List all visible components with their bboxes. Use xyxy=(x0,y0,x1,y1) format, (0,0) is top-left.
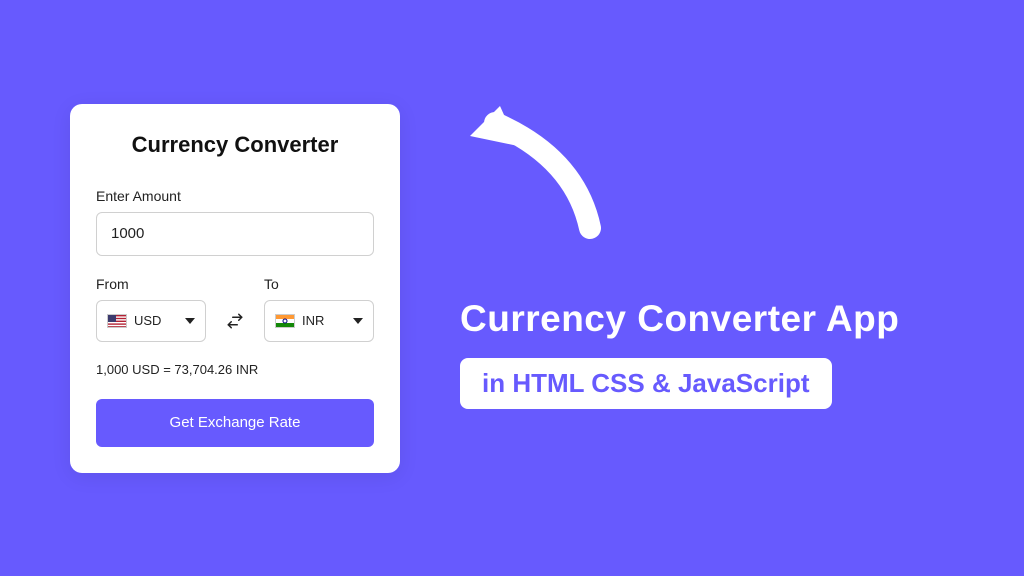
from-currency-code: USD xyxy=(134,313,178,328)
amount-input[interactable] xyxy=(96,212,374,256)
converter-card: Currency Converter Enter Amount From USD… xyxy=(70,104,400,473)
to-label: To xyxy=(264,276,374,292)
exchange-result: 1,000 USD = 73,704.26 INR xyxy=(96,362,374,377)
from-label: From xyxy=(96,276,206,292)
us-flag-icon xyxy=(107,314,127,328)
swap-icon xyxy=(226,312,244,330)
currency-row: From USD To INR xyxy=(96,276,374,342)
promo-headline: Currency Converter App xyxy=(460,298,899,340)
chevron-down-icon xyxy=(353,318,363,324)
swap-button[interactable] xyxy=(218,300,252,342)
to-currency-code: INR xyxy=(302,313,346,328)
promo-pill: in HTML CSS & JavaScript xyxy=(460,358,832,409)
chevron-down-icon xyxy=(185,318,195,324)
from-currency-select[interactable]: USD xyxy=(96,300,206,342)
amount-field: Enter Amount xyxy=(96,188,374,256)
promo-section: Currency Converter App in HTML CSS & Jav… xyxy=(400,168,954,409)
india-flag-icon xyxy=(275,314,295,328)
from-col: From USD xyxy=(96,276,206,342)
curved-arrow-icon xyxy=(440,68,620,248)
card-title: Currency Converter xyxy=(96,132,374,158)
get-rate-button[interactable]: Get Exchange Rate xyxy=(96,399,374,447)
to-col: To INR xyxy=(264,276,374,342)
to-currency-select[interactable]: INR xyxy=(264,300,374,342)
amount-label: Enter Amount xyxy=(96,188,374,204)
